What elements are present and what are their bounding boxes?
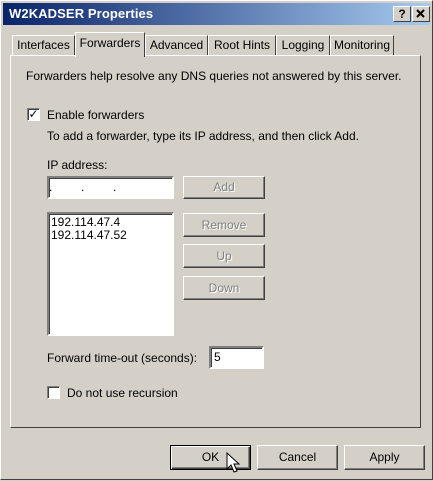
cancel-button[interactable]: Cancel [257, 445, 338, 470]
no-recursion-checkbox[interactable] [47, 386, 60, 399]
mouse-pointer-icon [226, 452, 241, 473]
apply-button[interactable]: Apply [344, 445, 425, 470]
remove-button[interactable]: Remove [183, 213, 265, 237]
up-button[interactable]: Up [183, 244, 265, 268]
properties-window: W2KADSER Properties ? Interfaces Forward… [0, 0, 433, 480]
description-text: Forwarders help resolve any DNS queries … [26, 69, 402, 83]
ip-address-input[interactable]: . . . [47, 176, 174, 199]
enable-forwarders-checkbox[interactable]: ✓ [27, 108, 40, 121]
enable-forwarders-label[interactable]: Enable forwarders [47, 108, 144, 122]
instruction-text: To add a forwarder, type its IP address,… [47, 129, 359, 143]
ip-address-label: IP address: [47, 158, 108, 172]
timeout-label: Forward time-out (seconds): [47, 351, 198, 365]
list-item[interactable]: 192.114.47.52 [51, 229, 127, 242]
ip-address-value: . . . [49, 180, 119, 194]
down-button[interactable]: Down [183, 276, 265, 300]
forwarders-list[interactable]: 192.114.47.4 192.114.47.52 [47, 212, 174, 336]
no-recursion-label[interactable]: Do not use recursion [67, 386, 178, 400]
timeout-input[interactable]: 5 [209, 346, 264, 369]
timeout-value: 5 [214, 350, 221, 364]
add-button[interactable]: Add [183, 176, 265, 199]
